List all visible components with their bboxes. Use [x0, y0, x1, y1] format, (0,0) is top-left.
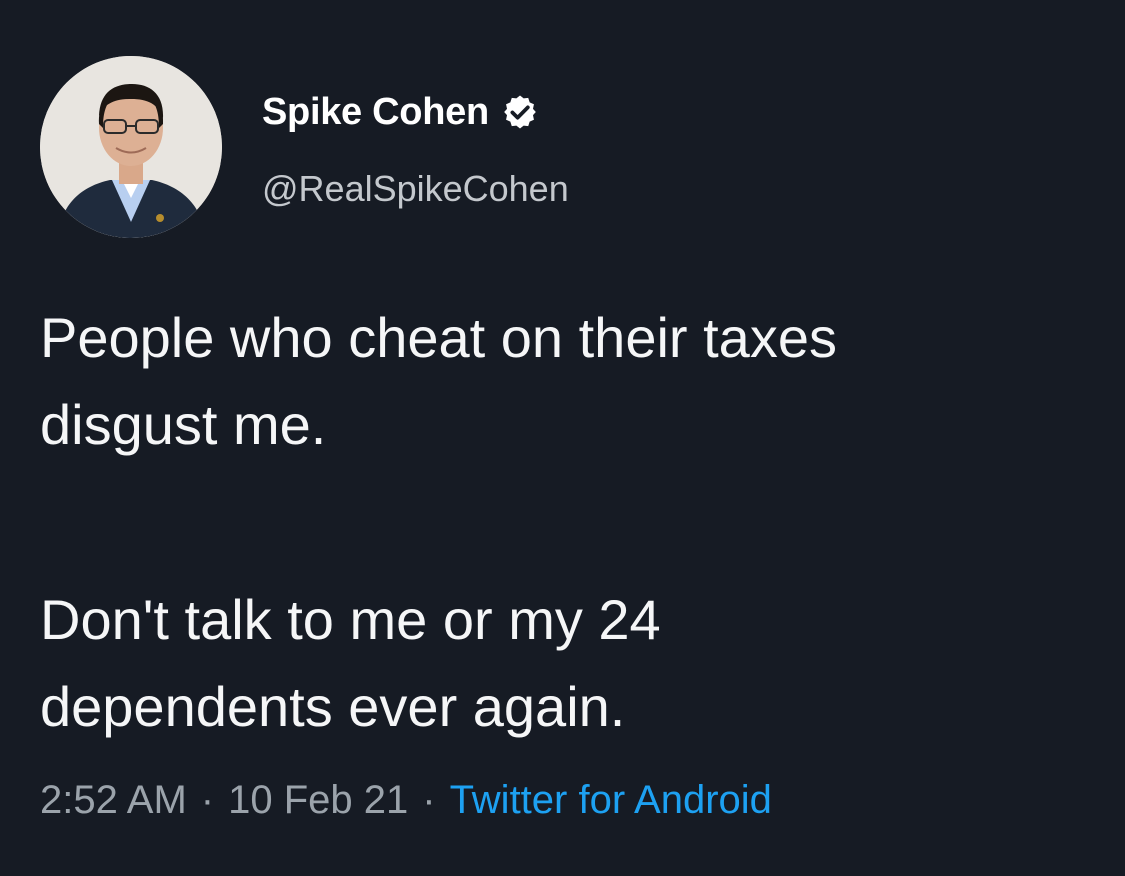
tweet-date[interactable]: 10 Feb 21 — [228, 778, 408, 823]
tweet-card: Spike Cohen @RealSpikeCohen People who c… — [0, 0, 1125, 876]
tweet-time[interactable]: 2:52 AM — [40, 778, 187, 823]
tweet-paragraph-1: People who cheat on their taxes disgust … — [40, 294, 1110, 468]
meta-separator: · — [422, 777, 436, 822]
tweet-source-link[interactable]: Twitter for Android — [450, 778, 772, 823]
tweet-paragraph-2: Don't talk to me or my 24 dependents eve… — [40, 576, 1110, 750]
tweet-text-line: dependents ever again. — [40, 675, 626, 738]
author-handle[interactable]: @RealSpikeCohen — [262, 168, 569, 210]
verified-check-icon — [501, 93, 539, 131]
tweet-text-line: disgust me. — [40, 393, 327, 456]
tweet-meta: 2:52 AM · 10 Feb 21 · Twitter for Androi… — [40, 772, 772, 828]
author-name-row[interactable]: Spike Cohen — [262, 86, 539, 138]
avatar[interactable] — [40, 56, 222, 238]
author-display-name[interactable]: Spike Cohen — [262, 91, 489, 134]
tweet-text-line: People who cheat on their taxes — [40, 306, 837, 369]
meta-separator: · — [200, 777, 215, 822]
tweet-text-line: Don't talk to me or my 24 — [40, 588, 661, 651]
profile-photo — [40, 56, 222, 238]
